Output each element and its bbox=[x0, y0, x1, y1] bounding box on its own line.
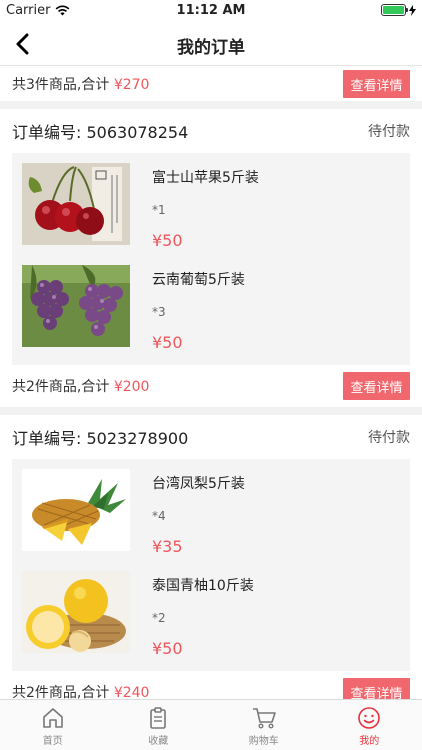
tab-cart[interactable]: 购物车 bbox=[211, 700, 317, 750]
status-bar: Carrier 11:12 AM bbox=[0, 0, 422, 22]
tab-label: 首页 bbox=[42, 736, 63, 747]
home-icon bbox=[42, 708, 63, 728]
battery-icon bbox=[381, 4, 408, 16]
list-item[interactable]: 富士山苹果5斤装 *1 ¥50 bbox=[12, 157, 410, 259]
tab-bar: 首页 收藏 购物车 我的 bbox=[0, 699, 422, 750]
smiley-icon bbox=[358, 707, 381, 729]
product-price: ¥50 bbox=[152, 231, 183, 250]
clock: 11:12 AM bbox=[176, 3, 246, 18]
order-list[interactable]: 共3件商品,合计 ¥270 查看详情 订单编号: 5063078254 待付款 bbox=[0, 67, 422, 699]
cart-icon bbox=[252, 708, 276, 729]
order-status: 待付款 bbox=[368, 124, 410, 140]
nav-bar: 我的订单 bbox=[0, 22, 422, 66]
order-total: ¥270 bbox=[113, 77, 150, 93]
order-header: 订单编号: 5023278900 待付款 bbox=[0, 415, 422, 459]
view-details-button[interactable]: 查看详情 bbox=[343, 70, 410, 98]
product-quantity: *1 bbox=[152, 203, 166, 217]
product-info: 云南葡萄5斤装 *3 ¥50 bbox=[152, 265, 245, 355]
product-name: 泰国青柚10斤装 bbox=[152, 578, 254, 594]
order-summary: 共3件商品,合计 ¥270 bbox=[12, 77, 150, 93]
product-price: ¥50 bbox=[152, 639, 183, 658]
list-item[interactable]: 台湾凤梨5斤装 *4 ¥35 bbox=[12, 463, 410, 565]
product-name: 云南葡萄5斤装 bbox=[152, 272, 245, 288]
tab-label: 收藏 bbox=[148, 736, 169, 747]
product-quantity: *3 bbox=[152, 305, 166, 319]
list-item[interactable]: 云南葡萄5斤装 *3 ¥50 bbox=[12, 259, 410, 361]
order-summary: 共2件商品,合计 ¥200 bbox=[12, 379, 150, 395]
order-summary: 共2件商品,合计 ¥240 bbox=[12, 685, 150, 699]
product-price: ¥50 bbox=[152, 333, 183, 352]
product-quantity: *4 bbox=[152, 509, 166, 523]
list-item[interactable]: 泰国青柚10斤装 *2 ¥50 bbox=[12, 565, 410, 667]
product-info: 泰国青柚10斤装 *2 ¥50 bbox=[152, 571, 254, 661]
view-details-button[interactable]: 查看详情 bbox=[343, 372, 410, 400]
page-title: 我的订单 bbox=[177, 38, 245, 58]
order-items: 富士山苹果5斤装 *1 ¥50 云南葡萄5斤装 *3 ¥50 bbox=[12, 153, 410, 365]
order-footer: 共2件商品,合计 ¥240 查看详情 bbox=[0, 671, 422, 699]
product-image-pomelo bbox=[22, 571, 130, 653]
order-card: 订单编号: 5023278900 待付款 台湾凤梨5斤装 *4 ¥35 泰国青柚… bbox=[0, 415, 422, 699]
product-info: 富士山苹果5斤装 *1 ¥50 bbox=[152, 163, 259, 253]
tab-favorites[interactable]: 收藏 bbox=[106, 700, 212, 750]
status-right bbox=[381, 4, 416, 16]
order-header: 订单编号: 5063078254 待付款 bbox=[0, 109, 422, 153]
order-items: 台湾凤梨5斤装 *4 ¥35 泰国青柚10斤装 *2 ¥50 bbox=[12, 459, 410, 671]
order-footer: 共2件商品,合计 ¥200 查看详情 bbox=[0, 365, 422, 407]
order-number: 订单编号: 5023278900 bbox=[12, 429, 189, 448]
product-image-grapes bbox=[22, 265, 130, 347]
order-total: ¥240 bbox=[113, 685, 150, 699]
previous-order-footer: 共3件商品,合计 ¥270 查看详情 bbox=[0, 67, 422, 101]
charging-icon bbox=[409, 4, 416, 16]
order-status: 待付款 bbox=[368, 430, 410, 446]
product-quantity: *2 bbox=[152, 611, 166, 625]
tab-label: 我的 bbox=[359, 736, 380, 747]
tab-label: 购物车 bbox=[248, 736, 279, 747]
order-number: 订单编号: 5063078254 bbox=[12, 123, 189, 142]
view-details-button[interactable]: 查看详情 bbox=[343, 678, 410, 699]
order-total: ¥200 bbox=[113, 379, 150, 395]
clipboard-icon bbox=[150, 707, 167, 729]
product-image-cherries bbox=[22, 163, 130, 245]
tab-home[interactable]: 首页 bbox=[0, 700, 106, 750]
order-card: 订单编号: 5063078254 待付款 富士山苹果5斤装 *1 ¥50 云南葡… bbox=[0, 109, 422, 407]
product-name: 富士山苹果5斤装 bbox=[152, 170, 259, 186]
product-name: 台湾凤梨5斤装 bbox=[152, 476, 245, 492]
product-image-pineapple bbox=[22, 469, 130, 551]
product-price: ¥35 bbox=[152, 537, 183, 556]
tab-mine[interactable]: 我的 bbox=[317, 700, 422, 750]
product-info: 台湾凤梨5斤装 *4 ¥35 bbox=[152, 469, 245, 559]
